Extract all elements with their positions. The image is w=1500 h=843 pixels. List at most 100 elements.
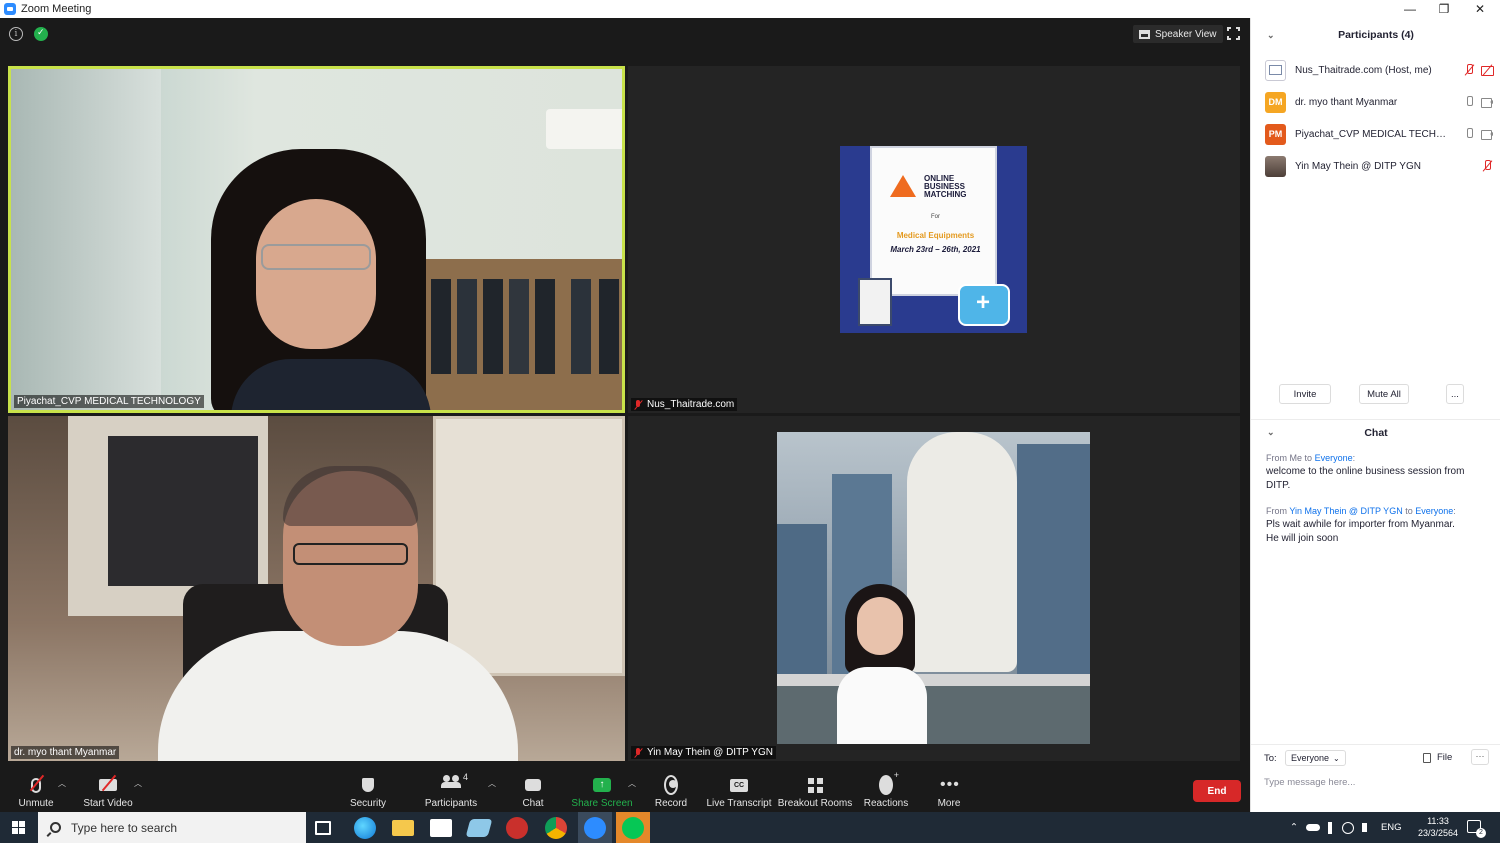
volume-speaker-icon[interactable] bbox=[1361, 823, 1371, 832]
poster-category: Medical Equipments bbox=[896, 231, 975, 240]
fullscreen-icon[interactable] bbox=[1227, 27, 1240, 40]
app-icon-5[interactable] bbox=[465, 819, 493, 837]
onedrive-cloud-icon[interactable] bbox=[1305, 824, 1320, 831]
minimize-button[interactable]: — bbox=[1392, 0, 1428, 18]
participant-row[interactable]: DM dr. myo thant Myanmar bbox=[1265, 90, 1493, 114]
reactions-button[interactable]: Reactions bbox=[862, 766, 910, 812]
mic-muted-icon[interactable] bbox=[1463, 64, 1475, 76]
reactions-smiley-icon bbox=[879, 770, 899, 795]
share-screen-button[interactable]: ↑ Share Screen bbox=[571, 766, 633, 812]
restore-button[interactable]: ❐ bbox=[1426, 0, 1462, 18]
meeting-info-icon[interactable]: i bbox=[9, 27, 23, 41]
avatar bbox=[1265, 155, 1286, 177]
participant-row[interactable]: Nus_Thaitrade.com (Host, me) bbox=[1265, 58, 1494, 82]
muted-mic-icon bbox=[634, 399, 643, 410]
file-button[interactable]: File bbox=[1423, 752, 1452, 763]
share-screen-icon: ↑ bbox=[593, 775, 611, 795]
breakout-rooms-grid-icon bbox=[807, 775, 823, 795]
chat-compose-area: To: Everyone ⌄ File ··· bbox=[1251, 744, 1500, 812]
chrome-browser-icon[interactable] bbox=[545, 817, 567, 839]
speaker-view-button[interactable]: Speaker View bbox=[1133, 25, 1223, 43]
to-label: To: bbox=[1264, 753, 1277, 764]
chat-header: ⌄ Chat bbox=[1251, 419, 1500, 445]
microsoft-store-icon[interactable] bbox=[430, 819, 452, 837]
chat-message-meta: From Yin May Thein @ DITP YGN to Everyon… bbox=[1266, 506, 1456, 516]
start-video-button[interactable]: Start Video bbox=[82, 766, 134, 812]
system-clock[interactable]: 11:33 23/3/2564 bbox=[1418, 815, 1458, 839]
windows-start-icon[interactable] bbox=[12, 821, 25, 834]
video-on-icon bbox=[1481, 128, 1493, 140]
network-globe-icon[interactable] bbox=[1341, 821, 1354, 834]
air-conditioner bbox=[546, 109, 622, 149]
more-button[interactable]: ••• More bbox=[933, 766, 965, 812]
line-app-icon[interactable] bbox=[616, 812, 650, 843]
mute-all-button[interactable]: Mute All bbox=[1359, 384, 1409, 404]
participant-row[interactable]: Yin May Thein @ DITP YGN bbox=[1265, 154, 1493, 178]
security-button[interactable]: Security bbox=[346, 766, 390, 812]
collapse-chat-chevron-icon[interactable]: ⌄ bbox=[1267, 427, 1275, 438]
chat-message-input[interactable] bbox=[1264, 773, 1484, 791]
participants-icon: 4 bbox=[441, 772, 468, 795]
video-tile-piyachat[interactable]: Piyachat_CVP MEDICAL TECHNOLOGY bbox=[8, 66, 625, 413]
video-gallery: i Speaker View Piyachat_CVP MEDICAL TECH… bbox=[0, 18, 1250, 766]
participant-count: 4 bbox=[463, 772, 469, 782]
chat-button[interactable]: Chat bbox=[515, 766, 551, 812]
chat-message-meta: From Me to Everyone: bbox=[1266, 453, 1356, 463]
video-tile-yin-may-thein[interactable]: Yin May Thein @ DITP YGN bbox=[628, 416, 1240, 761]
input-language[interactable]: ENG bbox=[1381, 822, 1402, 833]
notification-count-badge: 2 bbox=[1476, 828, 1486, 838]
zoom-app-icon bbox=[4, 3, 16, 15]
cabinet bbox=[433, 416, 625, 676]
chat-message-text: Pls wait awhile for importer from Myanma… bbox=[1266, 519, 1455, 530]
chat-recipient-link[interactable]: Everyone bbox=[1415, 506, 1453, 516]
record-icon bbox=[664, 775, 678, 795]
recipient-select[interactable]: Everyone ⌄ bbox=[1285, 750, 1346, 766]
mic-on-icon bbox=[1463, 128, 1475, 140]
participant-name: Piyachat_CVP MEDICAL TECHNOLOGY bbox=[1295, 128, 1453, 140]
invite-button[interactable]: Invite bbox=[1279, 384, 1331, 404]
share-options-caret[interactable]: ︿ bbox=[628, 778, 636, 789]
chat-sender-link[interactable]: Yin May Thein @ DITP YGN bbox=[1289, 506, 1402, 516]
video-off-icon[interactable] bbox=[1481, 64, 1494, 76]
participants-button[interactable]: 4 Participants bbox=[423, 766, 479, 812]
chat-recipient-link[interactable]: Everyone bbox=[1315, 453, 1353, 463]
breakout-rooms-button[interactable]: Breakout Rooms bbox=[778, 766, 852, 812]
participant-row[interactable]: PM Piyachat_CVP MEDICAL TECHNOLOGY bbox=[1265, 122, 1493, 146]
unmute-button[interactable]: Unmute bbox=[14, 766, 58, 812]
encryption-shield-icon[interactable] bbox=[34, 27, 48, 41]
speaker-view-icon bbox=[1139, 29, 1150, 39]
background-window bbox=[11, 69, 161, 410]
participants-options-caret[interactable]: ︿ bbox=[488, 778, 496, 789]
collapse-participants-chevron-icon[interactable]: ⌄ bbox=[1267, 30, 1275, 41]
avatar bbox=[1265, 59, 1286, 81]
chat-message: From Yin May Thein @ DITP YGN to Everyon… bbox=[1266, 504, 1491, 546]
task-view-icon[interactable] bbox=[315, 821, 331, 835]
poster-dates: March 23rd – 26th, 2021 bbox=[890, 245, 981, 254]
file-explorer-icon[interactable] bbox=[392, 820, 414, 836]
participants-more-button[interactable]: ... bbox=[1446, 384, 1464, 404]
show-hidden-icons-chevron-icon[interactable]: ⌃ bbox=[1290, 822, 1298, 833]
poster-title: ONLINE BUSINESS MATCHING bbox=[924, 174, 967, 199]
security-shield-icon bbox=[362, 775, 374, 795]
search-icon bbox=[50, 822, 61, 833]
app-icon-6[interactable] bbox=[506, 817, 528, 839]
video-tile-nus-thaitrade[interactable]: ONLINE BUSINESS MATCHING For Medical Equ… bbox=[628, 66, 1240, 413]
chat-more-button[interactable]: ··· bbox=[1471, 749, 1489, 765]
edge-browser-icon[interactable] bbox=[354, 817, 376, 839]
live-transcript-button[interactable]: CC Live Transcript bbox=[706, 766, 772, 812]
video-tile-dr-myo[interactable]: dr. myo thant Myanmar bbox=[8, 416, 625, 761]
participant-name: Nus_Thaitrade.com (Host, me) bbox=[1295, 64, 1432, 76]
participants-title: Participants (4) bbox=[1338, 29, 1414, 41]
close-button[interactable]: ✕ bbox=[1462, 0, 1498, 18]
audio-options-caret[interactable]: ︿ bbox=[58, 778, 66, 789]
muted-mic-icon bbox=[634, 747, 643, 758]
pen-icon[interactable] bbox=[1327, 821, 1332, 834]
participants-header: ⌄ Participants (4) bbox=[1251, 18, 1500, 52]
end-meeting-button[interactable]: End bbox=[1193, 780, 1241, 802]
zoom-taskbar-icon[interactable] bbox=[578, 812, 612, 843]
mic-muted-icon[interactable] bbox=[1481, 160, 1493, 172]
video-options-caret[interactable]: ︿ bbox=[134, 778, 142, 789]
profile-photo-merlion bbox=[777, 432, 1090, 744]
taskbar-search[interactable]: Type here to search bbox=[38, 812, 306, 843]
record-button[interactable]: Record bbox=[652, 766, 690, 812]
